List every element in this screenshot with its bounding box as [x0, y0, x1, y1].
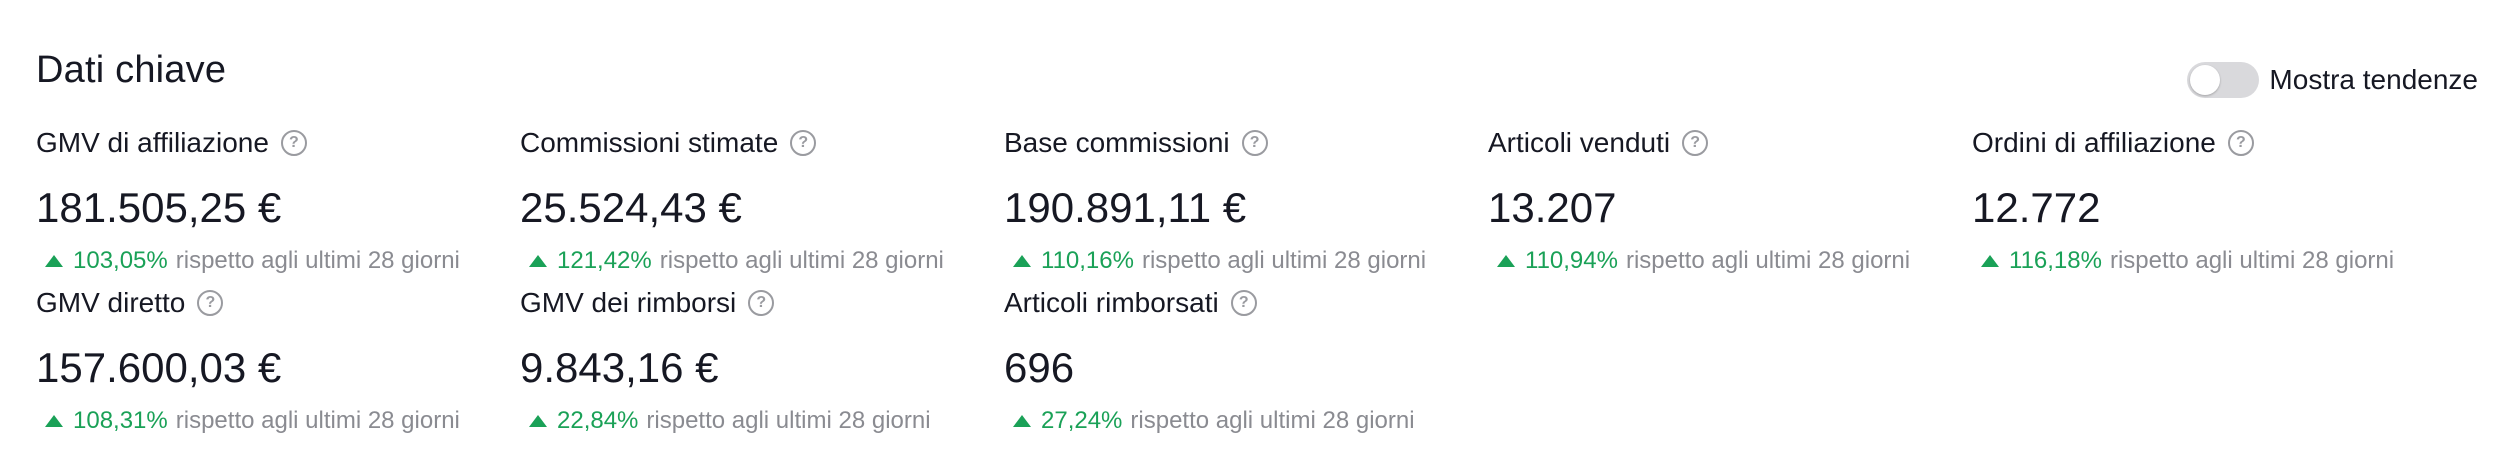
- trend-percent: 110,16%: [1041, 247, 1134, 274]
- trend-percent: 121,42%: [557, 247, 652, 274]
- trend-note: rispetto agli ultimi 28 giorni: [646, 407, 931, 434]
- metric-items-sold: Articoli venduti ? 13.207 110,94% rispet…: [1488, 123, 1968, 279]
- metric-trend: 110,16% rispetto agli ultimi 28 giorni: [1004, 243, 1484, 279]
- info-icon[interactable]: ?: [1682, 130, 1709, 156]
- metric-value: 12.772: [1972, 184, 2101, 231]
- metric-trend: 22,84% rispetto agli ultimi 28 giorni: [520, 403, 1000, 439]
- trend-up-icon: [529, 415, 547, 427]
- trend-percent: 116,18%: [2009, 247, 2102, 274]
- trend-up-icon: [1013, 415, 1031, 427]
- info-icon[interactable]: ?: [790, 130, 817, 156]
- trend-up-icon: [529, 255, 547, 267]
- metric-label: Articoli venduti: [1488, 127, 1671, 158]
- trend-percent: 22,84%: [557, 407, 639, 434]
- metric-estimated-commissions: Commissioni stimate ? 25.524,43 € 121,42…: [520, 123, 1000, 279]
- metric-trend: 110,94% rispetto agli ultimi 28 giorni: [1488, 243, 1968, 279]
- metric-label: GMV di affiliazione: [36, 127, 269, 158]
- trend-up-icon: [1981, 255, 1999, 267]
- trend-up-icon: [45, 415, 63, 427]
- trend-up-icon: [1497, 255, 1515, 267]
- trend-toggle-group: Mostra tendenze: [2187, 60, 2478, 100]
- info-icon[interactable]: ?: [1241, 130, 1268, 156]
- info-icon[interactable]: ?: [1230, 290, 1257, 316]
- metric-value: 696: [1004, 344, 1075, 391]
- metric-value: 9.843,16 €: [520, 344, 719, 391]
- section-title: Dati chiave: [36, 49, 227, 91]
- key-data-panel: Dati chiave Mostra tendenze GMV di affil…: [0, 0, 2508, 470]
- trend-percent: 110,94%: [1525, 247, 1618, 274]
- info-icon[interactable]: ?: [197, 290, 224, 316]
- metric-label: Commissioni stimate: [520, 127, 779, 158]
- metric-trend: 108,31% rispetto agli ultimi 28 giorni: [36, 403, 516, 439]
- metric-commission-base: Base commissioni ? 190.891,11 € 110,16% …: [1004, 123, 1484, 279]
- metric-trend: 103,05% rispetto agli ultimi 28 giorni: [36, 243, 516, 279]
- trend-note: rispetto agli ultimi 28 giorni: [1130, 407, 1415, 434]
- trend-note: rispetto agli ultimi 28 giorni: [175, 247, 460, 274]
- trend-note: rispetto agli ultimi 28 giorni: [1141, 247, 1427, 274]
- info-icon[interactable]: ?: [2227, 130, 2254, 156]
- metric-value: 25.524,43 €: [520, 184, 742, 231]
- metric-trend: 116,18% rispetto agli ultimi 28 giorni: [1972, 243, 2452, 279]
- info-icon[interactable]: ?: [280, 130, 307, 156]
- metric-label: Articoli rimborsati: [1004, 287, 1219, 318]
- trend-percent: 103,05%: [73, 247, 168, 274]
- metric-value: 190.891,11 €: [1004, 184, 1247, 231]
- metric-refund-gmv: GMV dei rimborsi ? 9.843,16 € 22,84% ris…: [520, 283, 1000, 439]
- metric-value: 157.600,03 €: [36, 344, 282, 391]
- trend-up-icon: [1013, 255, 1031, 267]
- trend-note: rispetto agli ultimi 28 giorni: [175, 407, 460, 434]
- metric-label: GMV diretto: [36, 287, 186, 318]
- metric-refunded-items: Articoli rimborsati ? 696 27,24% rispett…: [1004, 283, 1484, 439]
- metric-trend: 27,24% rispetto agli ultimi 28 giorni: [1004, 403, 1484, 439]
- trend-note: rispetto agli ultimi 28 giorni: [659, 247, 944, 274]
- toggle-knob: [2190, 65, 2221, 95]
- show-trends-label[interactable]: Mostra tendenze: [2269, 60, 2478, 100]
- trend-percent: 108,31%: [73, 407, 168, 434]
- metric-label: Base commissioni: [1004, 127, 1230, 158]
- metric-label: Ordini di affiliazione: [1972, 127, 2216, 158]
- metric-value: 13.207: [1488, 184, 1617, 231]
- trend-note: rispetto agli ultimi 28 giorni: [1625, 247, 1911, 274]
- info-icon[interactable]: ?: [748, 290, 775, 316]
- metric-value: 181.505,25 €: [36, 184, 282, 231]
- trend-percent: 27,24%: [1041, 407, 1123, 434]
- metric-affiliate-gmv: GMV di affiliazione ? 181.505,25 € 103,0…: [36, 123, 516, 279]
- trend-up-icon: [45, 255, 63, 267]
- metric-direct-gmv: GMV diretto ? 157.600,03 € 108,31% rispe…: [36, 283, 516, 439]
- metric-label: GMV dei rimborsi: [520, 287, 737, 318]
- show-trends-toggle[interactable]: [2187, 62, 2260, 98]
- metric-trend: 121,42% rispetto agli ultimi 28 giorni: [520, 243, 1000, 279]
- trend-note: rispetto agli ultimi 28 giorni: [2109, 247, 2395, 274]
- metric-affiliate-orders: Ordini di affiliazione ? 12.772 116,18% …: [1972, 123, 2452, 279]
